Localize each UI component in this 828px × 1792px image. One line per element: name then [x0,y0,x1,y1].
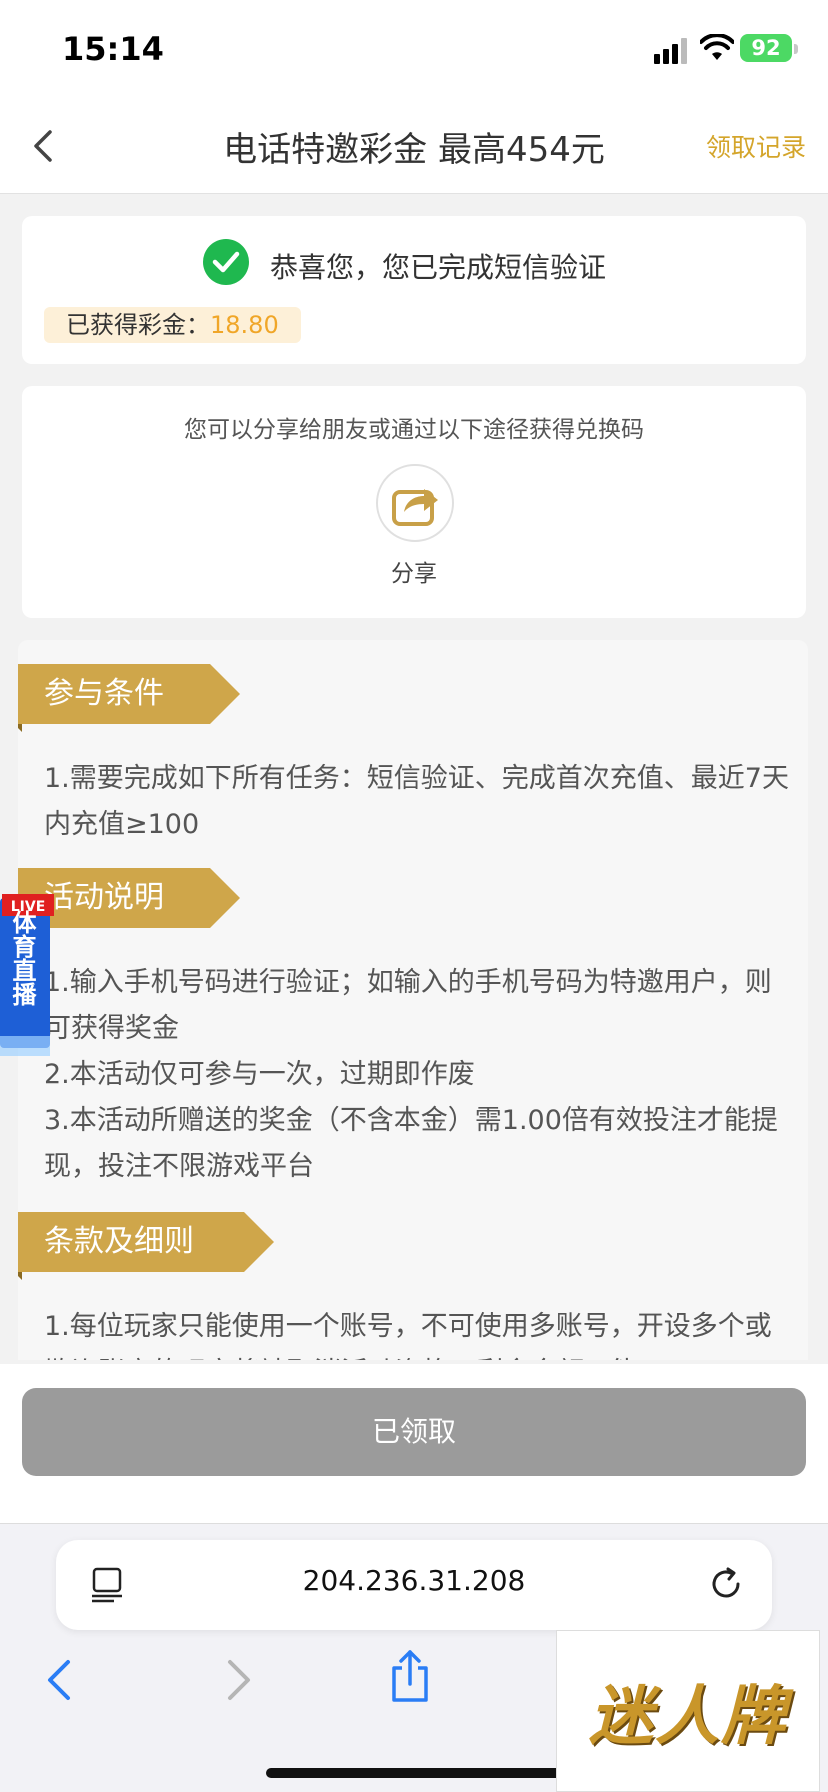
live-sports-badge[interactable]: LIVE 体育直播 [0,888,54,1068]
bonus-label: 已获得彩金： [66,311,210,339]
terms-text: 1.每位玩家只能使用一个账号，不可使用多账号，开设多个或欺诈账户的玩家将被取消活… [44,1311,772,1360]
claim-history-link[interactable]: 领取记录 [706,128,806,164]
bonus-badge: 已获得彩金：18.80 [44,307,301,343]
share-button[interactable] [376,464,454,542]
home-indicator [266,1768,562,1778]
share-label: 分享 [391,561,437,587]
claim-bar: 已领取 [0,1364,828,1524]
battery-icon: 92 [740,34,792,62]
verify-card: 恭喜您，您已完成短信验证 已获得彩金：18.80 [22,216,806,364]
browser-forward-icon[interactable] [218,1654,258,1706]
description-list: 1.输入手机号码进行验证；如输入的手机号码为特邀用户，则可获得奖金 2.本活动仅… [44,960,794,1190]
wifi-icon [700,34,734,60]
brand-logo: 迷人牌 [556,1630,820,1792]
status-time: 15:14 [62,30,164,68]
address-bar[interactable]: 204.236.31.208 [56,1540,772,1630]
success-check-icon [203,239,249,285]
verify-message: 恭喜您，您已完成短信验证 [270,251,607,284]
section-title-conditions: 参与条件 [18,664,240,732]
browser-back-icon[interactable] [40,1654,80,1706]
battery-tip [794,44,798,54]
rules-section: 参与条件 1.需要完成如下所有任务：短信验证、完成首次充值、最近7天内充值≥10… [18,640,808,1360]
section-title-terms: 条款及细则 [18,1212,274,1280]
live-badge-label: 体育直播 [8,910,36,1007]
cellular-signal-icon [654,38,687,64]
share-card: 您可以分享给朋友或通过以下途径获得兑换码 分享 [22,386,806,618]
brand-logo-text: 迷人牌 [589,1680,787,1754]
description-item: 3.本活动所赠送的奖金（不含本金）需1.00倍有效投注才能提现，投注不限游戏平台 [44,1105,778,1182]
description-item: 2.本活动仅可参与一次，过期即作废 [44,1059,475,1090]
bonus-amount: 18.80 [210,311,279,339]
url-text: 204.236.31.208 [302,1564,526,1597]
page-title: 电话特邀彩金 最高454元 [223,130,605,170]
description-item: 1.输入手机号码进行验证；如输入的手机号码为特邀用户，则可获得奖金 [44,967,772,1044]
nav-bar: 电话特邀彩金 最高454元 领取记录 [0,100,828,194]
share-hint: 您可以分享给朋友或通过以下途径获得兑换码 [184,417,644,443]
status-bar: 15:14 92 [0,0,828,100]
claimed-button[interactable]: 已领取 [22,1388,806,1476]
page: 15:14 92 电话特邀彩金 最高454元 领取记录 恭喜您，您已完成短信验证 [0,0,828,1792]
conditions-text: 1.需要完成如下所有任务：短信验证、完成首次充值、最近7天内充值≥100 [44,763,789,840]
battery-level: 92 [751,36,781,60]
browser-share-icon[interactable] [388,1648,432,1704]
reload-icon[interactable] [706,1564,746,1604]
share-icon [392,489,438,526]
